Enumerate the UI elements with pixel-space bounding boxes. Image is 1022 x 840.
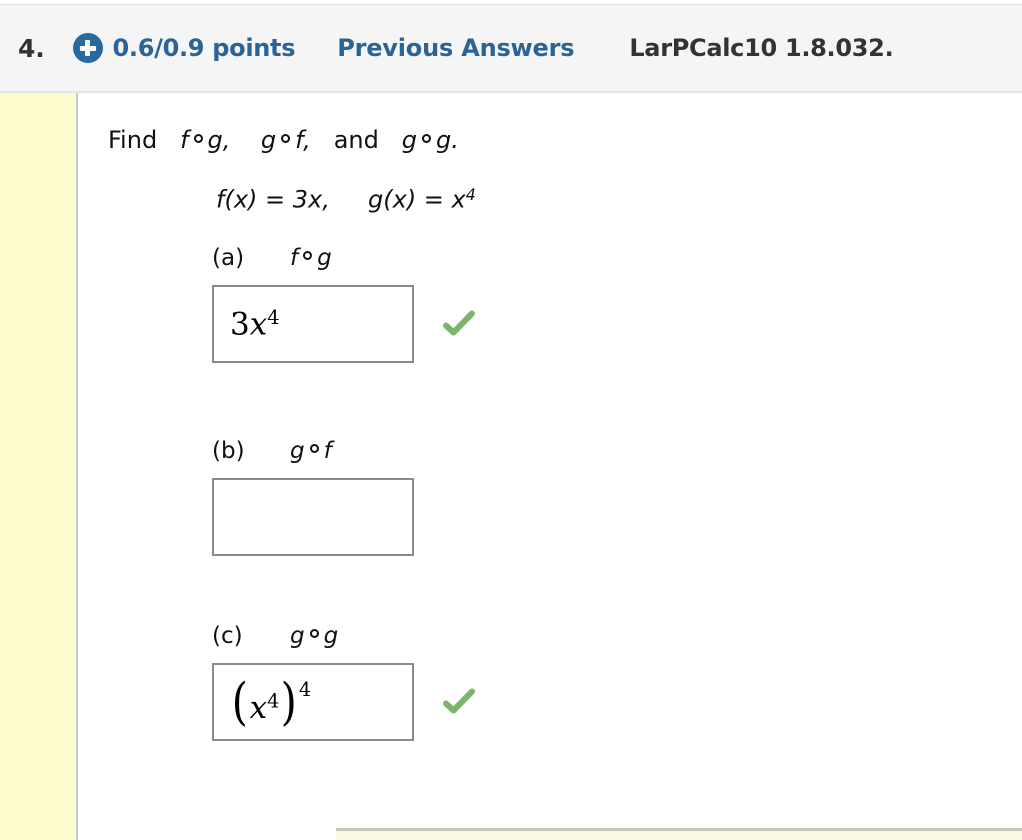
- question-body: Find f g, g f, and g g. f(x) = 3x, g(x) = x…: [80, 93, 1022, 840]
- part-a-exponent: 4: [267, 305, 280, 329]
- green-check-icon: [442, 685, 476, 719]
- part-b-answer-row: [212, 478, 414, 556]
- part-b-expr-left: g: [290, 438, 305, 464]
- prompt-fog-left: f: [180, 126, 189, 154]
- composition-ring-icon: [421, 133, 431, 143]
- prompt-gof-left: g: [260, 126, 277, 154]
- prompt-gof-right: f,: [295, 126, 311, 154]
- part-b-expr-right: f: [323, 438, 332, 464]
- prompt-lead: Find: [108, 126, 158, 154]
- plus-circle-icon[interactable]: [72, 33, 103, 63]
- part-c-expr-right: g: [323, 623, 339, 649]
- question-header: 4. 0.6/0.9 points Previous Answers LarPC…: [0, 5, 1022, 93]
- next-section-panel: [336, 828, 1022, 840]
- composition-ring-icon: [303, 250, 313, 260]
- part-c-letter: (c): [212, 623, 243, 649]
- part-c-answer-value: (x4)4: [230, 671, 312, 731]
- function-definitions: f(x) = 3x, g(x) = x4: [216, 185, 476, 214]
- points-earned: 0.6/0.9 points: [112, 34, 296, 62]
- question-number: 4.: [18, 33, 45, 63]
- part-a-answer-value: 3x4: [230, 308, 279, 341]
- composition-ring-icon: [281, 133, 291, 143]
- prompt-gog-right: g.: [435, 126, 459, 154]
- left-status-rail: [0, 93, 78, 840]
- composition-ring-icon: [309, 443, 319, 453]
- part-c-close-paren: ): [281, 671, 298, 731]
- part-a-expr-right: g: [317, 245, 332, 271]
- part-a: (a) f g 3x4: [212, 245, 476, 363]
- part-c-open-paren: (: [231, 671, 248, 731]
- part-c-answer-input[interactable]: (x4)4: [212, 663, 414, 741]
- part-b-label: (b) g f: [212, 438, 414, 464]
- definition-g-exponent: 4: [465, 185, 476, 204]
- part-a-variable: x: [249, 306, 268, 343]
- part-a-answer-row: 3x4: [212, 285, 476, 363]
- part-c-inner-exponent: 4: [267, 689, 280, 713]
- part-c-variable: x: [249, 690, 268, 727]
- green-check-icon: [442, 307, 476, 341]
- part-b: (b) g f: [212, 438, 414, 556]
- part-c-expr-left: g: [290, 623, 305, 649]
- textbook-reference: LarPCalc10 1.8.032.: [629, 34, 894, 62]
- part-a-expr-left: f: [290, 245, 299, 271]
- part-a-letter: (a): [212, 245, 245, 271]
- part-c: (c) g g (x4)4: [212, 623, 476, 741]
- prompt-gog-left: g: [401, 126, 417, 154]
- prompt-fog-right: g,: [207, 126, 231, 154]
- prompt-conjunction: and: [333, 126, 379, 154]
- question-prompt: Find f g, g f, and g g.: [108, 126, 459, 154]
- part-c-outer-exponent: 4: [298, 677, 312, 701]
- part-b-answer-input[interactable]: [212, 478, 414, 556]
- part-c-answer-row: (x4)4: [212, 663, 476, 741]
- part-b-letter: (b): [212, 438, 245, 464]
- part-a-coefficient: 3: [230, 306, 250, 343]
- previous-answers-link[interactable]: Previous Answers: [337, 34, 574, 62]
- part-a-answer-input[interactable]: 3x4: [212, 285, 414, 363]
- definition-f: f(x) = 3x,: [216, 185, 330, 214]
- part-c-label: (c) g g: [212, 623, 476, 649]
- definition-g: g(x) = x: [368, 185, 466, 214]
- composition-ring-icon: [193, 133, 203, 143]
- part-a-label: (a) f g: [212, 245, 476, 271]
- part-c-inner-group: x4: [250, 690, 280, 726]
- composition-ring-icon: [309, 628, 319, 638]
